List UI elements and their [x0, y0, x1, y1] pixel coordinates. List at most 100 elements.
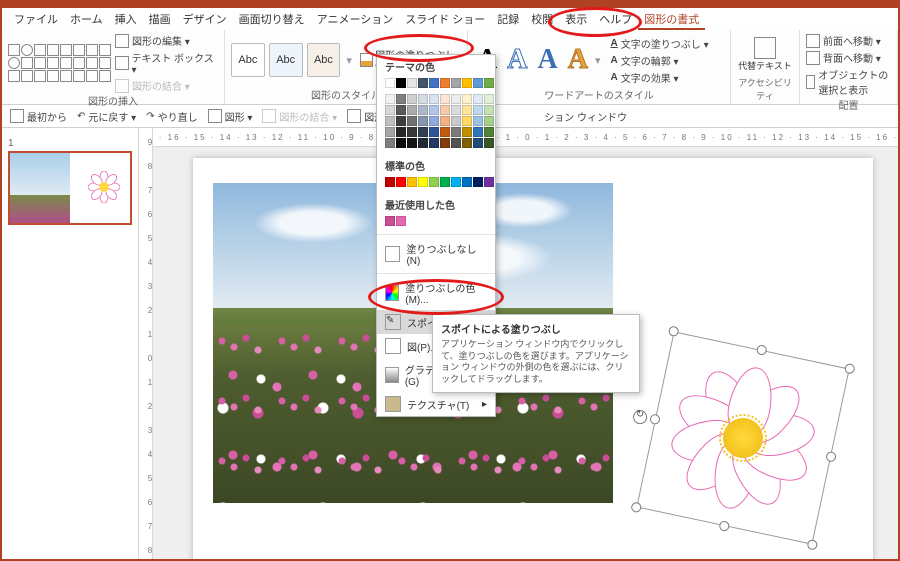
send-backward-button[interactable]: 背面へ移動 ▾ [806, 50, 891, 65]
selected-flower-shape[interactable] [636, 331, 849, 544]
color-swatch[interactable] [418, 127, 428, 137]
color-swatch[interactable] [462, 127, 472, 137]
redo-button[interactable]: ↷やり直し [146, 109, 197, 124]
color-swatch[interactable] [429, 127, 439, 137]
color-swatch[interactable] [440, 105, 450, 115]
menu-transitions[interactable]: 画面切り替え [233, 8, 311, 30]
menu-design[interactable]: デザイン [177, 8, 233, 30]
color-swatch[interactable] [462, 94, 472, 104]
color-swatch[interactable] [484, 127, 494, 137]
color-swatch[interactable] [385, 177, 395, 187]
color-swatch[interactable] [396, 116, 406, 126]
wordart-preset-2[interactable]: A [507, 44, 527, 76]
menu-shape-format[interactable]: 図形の書式 [638, 8, 705, 30]
color-swatch[interactable] [484, 78, 494, 88]
color-swatch[interactable] [484, 105, 494, 115]
shape-style-preset-1[interactable]: Abc [231, 43, 265, 77]
menu-file[interactable]: ファイル [8, 8, 64, 30]
color-swatch[interactable] [473, 94, 483, 104]
color-swatch[interactable] [440, 127, 450, 137]
color-swatch[interactable] [484, 177, 494, 187]
texture-fill-item[interactable]: テクスチャ(T)▸ [377, 392, 495, 416]
color-swatch[interactable] [451, 177, 461, 187]
menu-home[interactable]: ホーム [64, 8, 109, 30]
wordart-preset-3[interactable]: A [537, 44, 557, 76]
menu-draw[interactable]: 描画 [143, 8, 177, 30]
theme-tint-swatches[interactable] [377, 94, 495, 154]
theme-color-swatches[interactable] [377, 76, 495, 94]
color-swatch[interactable] [418, 177, 428, 187]
color-swatch[interactable] [418, 138, 428, 148]
shape-style-preset-2[interactable]: Abc [269, 43, 303, 77]
selection-pane-button[interactable]: オブジェクトの選択と表示 [806, 67, 891, 97]
color-swatch[interactable] [440, 116, 450, 126]
color-swatch[interactable] [396, 78, 406, 88]
color-swatch[interactable] [451, 116, 461, 126]
rotate-handle[interactable] [632, 409, 649, 426]
menu-help[interactable]: ヘルプ [593, 8, 638, 30]
color-swatch[interactable] [451, 127, 461, 137]
color-swatch[interactable] [440, 177, 450, 187]
color-swatch[interactable] [385, 127, 395, 137]
color-swatch[interactable] [473, 105, 483, 115]
color-swatch[interactable] [462, 116, 472, 126]
color-swatch[interactable] [462, 105, 472, 115]
color-swatch[interactable] [385, 105, 395, 115]
color-swatch[interactable] [484, 116, 494, 126]
color-swatch[interactable] [418, 116, 428, 126]
text-fill-button[interactable]: A文字の塗りつぶし ▾ [610, 36, 708, 51]
color-swatch[interactable] [462, 138, 472, 148]
color-swatch[interactable] [385, 94, 395, 104]
merge-button[interactable]: 図形の結合 ▾ [262, 109, 337, 124]
recent-color-swatches[interactable] [377, 214, 495, 232]
color-swatch[interactable] [440, 94, 450, 104]
color-swatch[interactable] [440, 138, 450, 148]
color-swatch[interactable] [473, 78, 483, 88]
color-swatch[interactable] [407, 78, 417, 88]
color-swatch[interactable] [396, 216, 406, 226]
menu-animations[interactable]: アニメーション [311, 8, 400, 30]
color-swatch[interactable] [418, 94, 428, 104]
color-swatch[interactable] [484, 94, 494, 104]
color-swatch[interactable] [407, 138, 417, 148]
color-swatch[interactable] [473, 138, 483, 148]
color-swatch[interactable] [385, 216, 395, 226]
color-swatch[interactable] [407, 116, 417, 126]
menu-record[interactable]: 記録 [491, 8, 525, 30]
no-fill-item[interactable]: 塗りつぶしなし(N) [377, 237, 495, 271]
color-swatch[interactable] [407, 94, 417, 104]
chevron-down-icon[interactable]: ▾ [346, 54, 352, 67]
color-swatch[interactable] [385, 138, 395, 148]
color-swatch[interactable] [407, 127, 417, 137]
alt-text-button[interactable]: 代替テキスト [738, 59, 792, 72]
color-swatch[interactable] [407, 177, 417, 187]
merge-shapes-button[interactable]: 図形の結合 ▾ [115, 78, 218, 93]
chevron-down-icon[interactable]: ▾ [595, 54, 601, 67]
color-swatch[interactable] [396, 177, 406, 187]
bring-forward-button[interactable]: 前面へ移動 ▾ [806, 33, 891, 48]
color-swatch[interactable] [396, 138, 406, 148]
resize-handle[interactable] [806, 539, 818, 551]
color-swatch[interactable] [473, 116, 483, 126]
color-swatch[interactable] [396, 105, 406, 115]
menu-view[interactable]: 表示 [559, 8, 593, 30]
color-swatch[interactable] [429, 94, 439, 104]
menu-slideshow[interactable]: スライド ショー [399, 8, 491, 30]
color-swatch[interactable] [418, 105, 428, 115]
color-swatch[interactable] [451, 138, 461, 148]
menu-review[interactable]: 校閲 [525, 8, 559, 30]
color-swatch[interactable] [440, 78, 450, 88]
color-swatch[interactable] [385, 116, 395, 126]
color-swatch[interactable] [396, 94, 406, 104]
color-swatch[interactable] [418, 78, 428, 88]
color-swatch[interactable] [396, 127, 406, 137]
color-swatch[interactable] [462, 177, 472, 187]
color-swatch[interactable] [385, 78, 395, 88]
color-swatch[interactable] [451, 94, 461, 104]
color-swatch[interactable] [473, 177, 483, 187]
color-swatch[interactable] [451, 78, 461, 88]
resize-handle[interactable] [630, 501, 642, 513]
color-swatch[interactable] [429, 78, 439, 88]
menu-insert[interactable]: 挿入 [109, 8, 143, 30]
color-swatch[interactable] [429, 177, 439, 187]
